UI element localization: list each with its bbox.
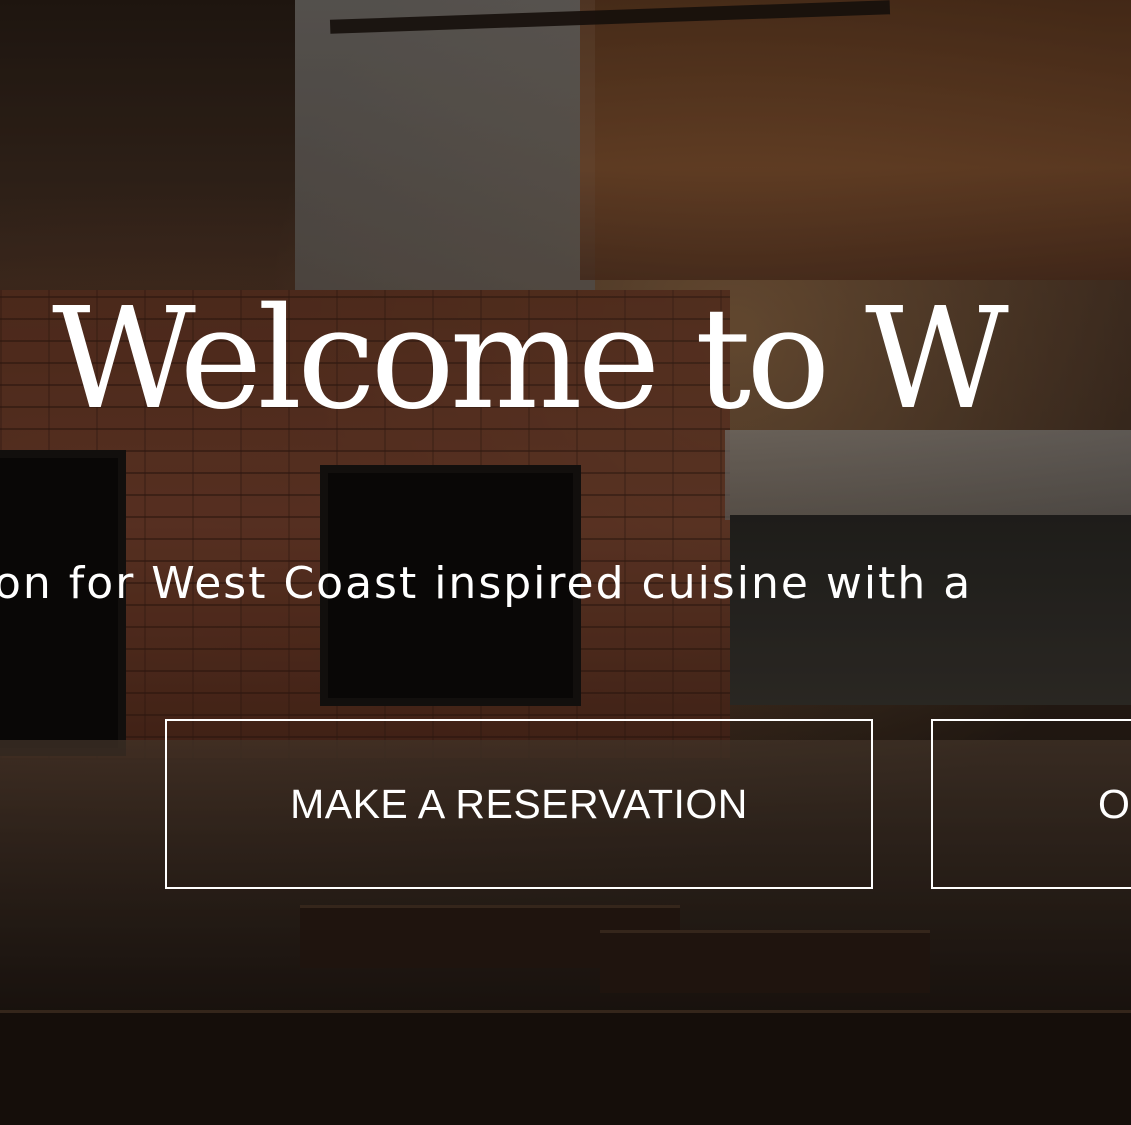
make-reservation-button-label: MAKE A RESERVATION <box>290 780 748 827</box>
make-reservation-button[interactable]: MAKE A RESERVATION <box>165 719 873 889</box>
hero-headline: Welcome to W <box>52 278 1009 441</box>
secondary-hero-button[interactable]: O <box>931 719 1131 889</box>
hero-tagline: on for West Coast inspired cuisine with … <box>0 558 973 609</box>
secondary-hero-button-label: O <box>1098 780 1131 827</box>
hero-section: Welcome to W on for West Coast inspired … <box>0 0 1131 1125</box>
